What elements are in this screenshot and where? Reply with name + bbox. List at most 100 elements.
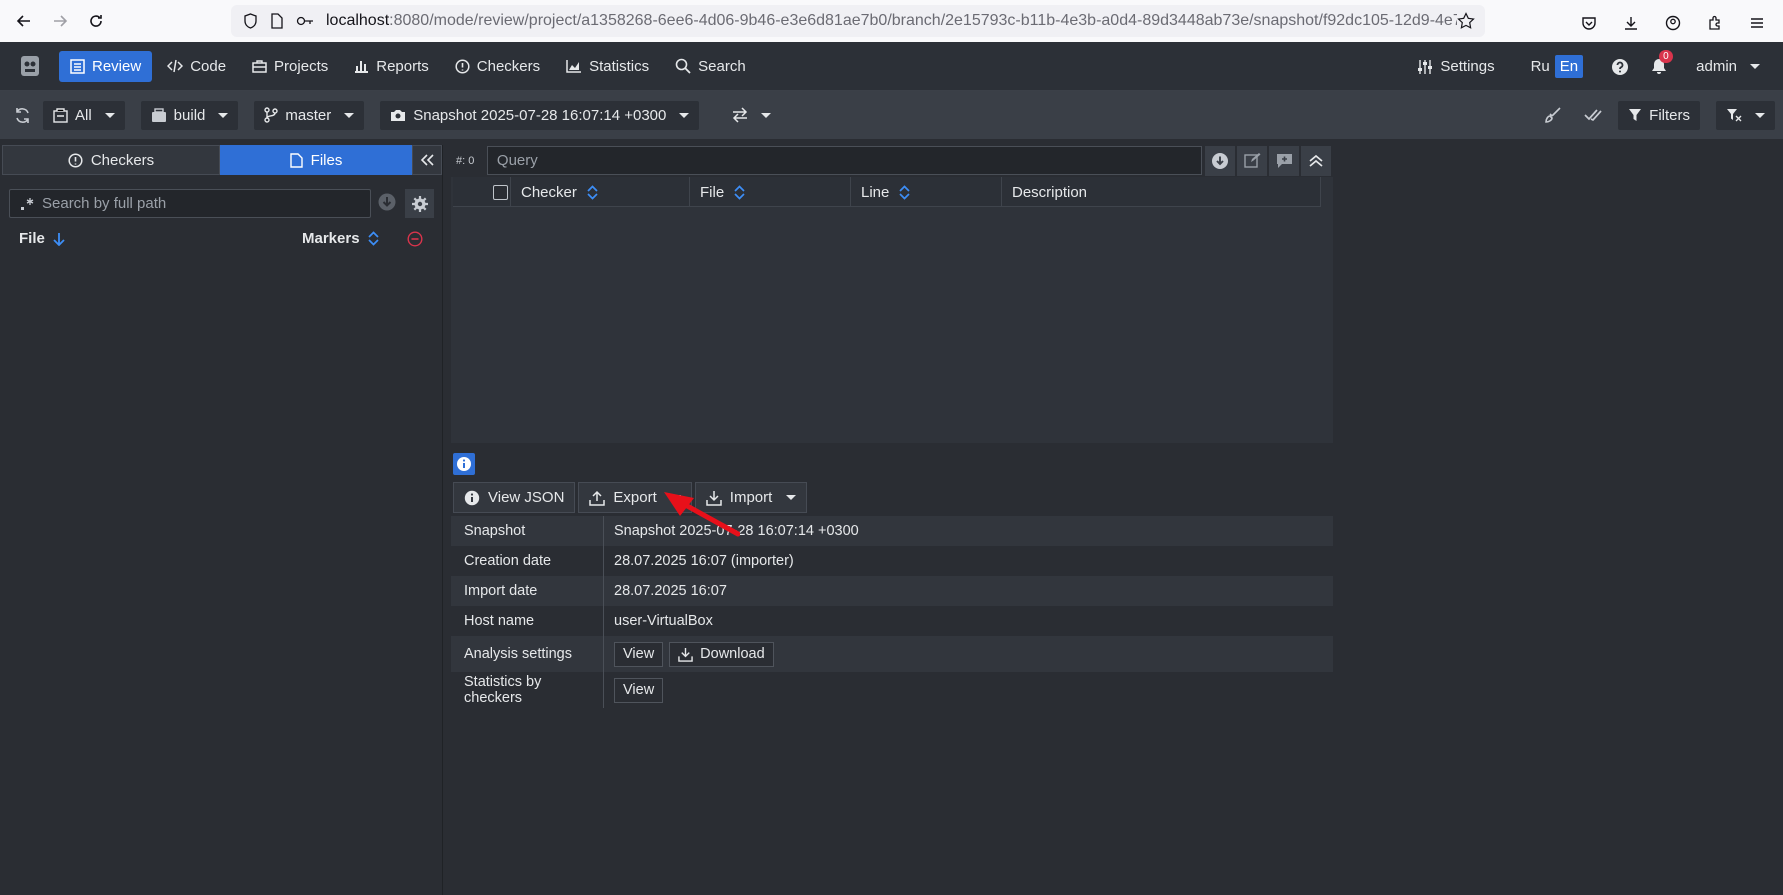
notifications-button[interactable]: 0: [1651, 50, 1673, 75]
brush-button[interactable]: [1538, 100, 1568, 130]
download-analysis-settings-button[interactable]: Download: [669, 641, 774, 667]
brush-icon: [1545, 107, 1561, 123]
file-search-input[interactable]: Search by full path: [9, 189, 371, 218]
search-icon: [675, 58, 691, 74]
query-input[interactable]: Query: [486, 146, 1202, 175]
nav-reports[interactable]: Reports: [343, 51, 440, 82]
filters-button[interactable]: Filters: [1618, 100, 1700, 130]
settings-label: Settings: [1440, 58, 1495, 75]
menu-button[interactable]: [1739, 5, 1775, 41]
col-file-label: File: [700, 183, 725, 201]
downloads-button[interactable]: [1613, 5, 1649, 41]
file-list-header: File Markers: [19, 230, 429, 252]
chevron-down-icon: [104, 112, 115, 118]
language-switch: Ru En: [1526, 55, 1584, 78]
branch-value: master: [285, 106, 332, 124]
nav-statistics-label: Statistics: [589, 57, 650, 75]
browser-toolbar: localhost:8080/mode/review/project/a1358…: [0, 0, 1783, 42]
info-icon[interactable]: [453, 453, 475, 475]
extensions-button[interactable]: [1697, 5, 1733, 41]
list-icon: [70, 58, 85, 74]
arrow-right-icon: [54, 15, 68, 27]
account-button[interactable]: [1655, 5, 1691, 41]
app-logo[interactable]: [17, 53, 43, 79]
account-icon: [1665, 15, 1681, 31]
nav-search[interactable]: Search: [664, 51, 757, 82]
nav-statistics[interactable]: Statistics: [555, 51, 660, 82]
compare-dropdown[interactable]: [731, 107, 772, 123]
user-menu[interactable]: admin: [1685, 51, 1771, 82]
edit-icon: [1243, 153, 1260, 168]
collapse-panel-button[interactable]: [412, 145, 442, 175]
context-toolbar: All build master Snapshot 2025-07-28 16:…: [0, 91, 1783, 139]
chevron-down-icon: [786, 495, 797, 500]
info-value: View: [604, 672, 1333, 708]
col-file[interactable]: File: [690, 177, 851, 207]
app-header: Review Code Projects Reports Checkers St…: [0, 42, 1783, 91]
settings-link[interactable]: Settings: [1406, 51, 1505, 82]
nav-checkers[interactable]: Checkers: [444, 51, 551, 82]
query-placeholder: Query: [496, 152, 538, 169]
double-check-icon: [1584, 109, 1602, 122]
sort-icon: [587, 184, 598, 200]
download-circle-icon: [378, 193, 396, 211]
nav-projects[interactable]: Projects: [241, 51, 339, 82]
tab-files-label: Files: [310, 151, 343, 169]
col-checker[interactable]: Checker: [511, 177, 690, 207]
file-settings-button[interactable]: [405, 189, 434, 218]
sort-by-markers[interactable]: Markers: [302, 230, 379, 247]
snapshot-dropdown[interactable]: Snapshot 2025-07-28 16:07:14 +0300: [380, 100, 700, 130]
funnel-clear-icon: [1727, 109, 1742, 122]
branch-icon: [264, 107, 279, 123]
help-button[interactable]: [1611, 58, 1629, 76]
lang-en[interactable]: En: [1554, 55, 1584, 78]
download-issues-button[interactable]: [1205, 145, 1235, 176]
info-row-creation-date: Creation date 28.07.2025 16:07 (importer…: [451, 546, 1333, 576]
filter-box-icon: [53, 107, 68, 123]
nav-review[interactable]: Review: [59, 50, 153, 82]
tab-files[interactable]: Files: [220, 145, 412, 175]
refresh-button[interactable]: [14, 107, 31, 124]
check-all-button[interactable]: [1578, 100, 1608, 130]
project-dropdown[interactable]: build: [140, 100, 239, 130]
tab-checkers-label: Checkers: [90, 151, 155, 169]
back-button[interactable]: [6, 3, 42, 39]
nav-code[interactable]: Code: [156, 51, 237, 82]
info-circle-icon: [457, 457, 471, 471]
scope-dropdown[interactable]: All: [43, 100, 125, 130]
chevron-down-icon: [344, 112, 355, 118]
forward-button[interactable]: [42, 3, 78, 39]
select-all-checkbox[interactable]: [493, 184, 508, 200]
reload-button[interactable]: [78, 3, 114, 39]
clear-filters-dropdown[interactable]: [1716, 100, 1775, 130]
download-files-button[interactable]: [377, 192, 397, 212]
file-search-placeholder: Search by full path: [42, 195, 167, 212]
download-label: Download: [700, 646, 765, 662]
info-key: Import date: [451, 576, 604, 606]
help-icon: [1612, 58, 1629, 75]
col-line[interactable]: Line: [851, 177, 1002, 207]
briefcase-icon: [252, 60, 267, 73]
comment-button[interactable]: [1269, 145, 1299, 176]
url-path: :8080/mode/review/project/a1358268-6ee6-…: [389, 12, 1457, 29]
branch-dropdown[interactable]: master: [254, 100, 365, 130]
bookmark-star-icon[interactable]: [1457, 12, 1475, 30]
pocket-button[interactable]: [1571, 5, 1607, 41]
browser-extensions: [1571, 5, 1775, 41]
tab-checkers[interactable]: Checkers: [2, 145, 220, 175]
sort-icon: [899, 184, 910, 200]
view-analysis-settings-button[interactable]: View: [614, 641, 664, 667]
info-value: user-VirtualBox: [614, 613, 713, 629]
edit-query-button[interactable]: [1237, 145, 1267, 176]
sort-by-file[interactable]: File: [19, 230, 65, 247]
chevron-down-icon: [679, 112, 690, 118]
view-statistics-button[interactable]: View: [614, 677, 664, 703]
lang-ru[interactable]: Ru: [1526, 55, 1555, 78]
address-bar[interactable]: localhost:8080/mode/review/project/a1358…: [231, 5, 1485, 37]
col-description[interactable]: Description: [1002, 177, 1321, 207]
chevron-down-icon: [761, 112, 772, 118]
remove-markers-button[interactable]: [407, 231, 423, 247]
collapse-query-button[interactable]: [1301, 145, 1331, 176]
snapshot-value: Snapshot 2025-07-28 16:07:14 +0300: [413, 106, 667, 124]
view-json-button[interactable]: View JSON: [453, 482, 576, 513]
